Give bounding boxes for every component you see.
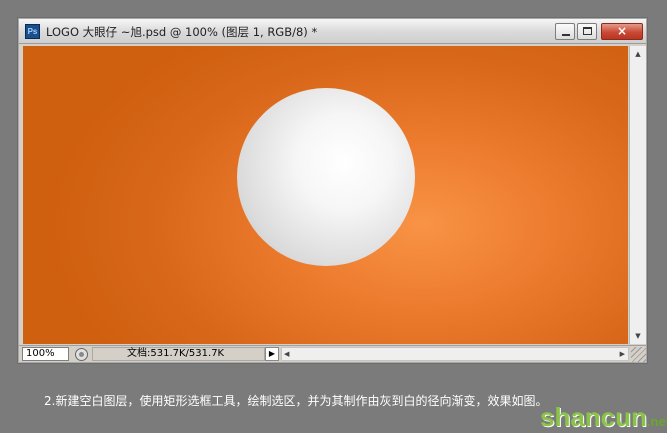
scroll-down-icon[interactable]: ▼: [630, 328, 646, 344]
minimize-button[interactable]: [555, 23, 575, 40]
watermark-net-text: .net: [646, 414, 667, 429]
zoom-input[interactable]: 100%: [22, 347, 69, 361]
resize-grip-icon[interactable]: [631, 347, 646, 362]
horizontal-scrollbar[interactable]: ◀ ▶: [281, 347, 629, 361]
navigator-icon[interactable]: [75, 348, 88, 361]
close-icon: ×: [616, 24, 628, 38]
scroll-up-icon[interactable]: ▲: [630, 46, 646, 62]
photoshop-app-icon: Ps: [25, 24, 40, 39]
document-window: Ps LOGO 大眼仔 ~旭.psd @ 100% (图层 1, RGB/8) …: [17, 17, 648, 364]
title-bar[interactable]: Ps LOGO 大眼仔 ~旭.psd @ 100% (图层 1, RGB/8) …: [19, 19, 646, 44]
minimize-icon: [562, 34, 570, 36]
window-title: LOGO 大眼仔 ~旭.psd @ 100% (图层 1, RGB/8) *: [46, 25, 318, 39]
watermark-main-text: shancun: [540, 402, 647, 432]
vertical-scrollbar[interactable]: ▲ ▼: [629, 46, 646, 344]
status-menu-arrow-icon[interactable]: ▶: [265, 347, 279, 361]
gradient-sphere: [237, 88, 415, 266]
site-watermark: shancun.net: [540, 402, 667, 433]
close-button[interactable]: ×: [601, 23, 643, 40]
scroll-left-icon[interactable]: ◀: [284, 348, 289, 360]
status-bar: 100% 文档:531.7K/531.7K ▶ ◀ ▶: [19, 345, 646, 362]
scroll-right-icon[interactable]: ▶: [620, 348, 625, 360]
document-canvas[interactable]: [23, 46, 628, 344]
tutorial-caption: 2.新建空白图层，使用矩形选框工具，绘制选区，并为其制作由灰到白的径向渐变，效果…: [44, 394, 548, 408]
maximize-button[interactable]: [577, 23, 597, 40]
document-size-info: 文档:531.7K/531.7K: [92, 347, 265, 361]
maximize-icon: [583, 27, 592, 35]
